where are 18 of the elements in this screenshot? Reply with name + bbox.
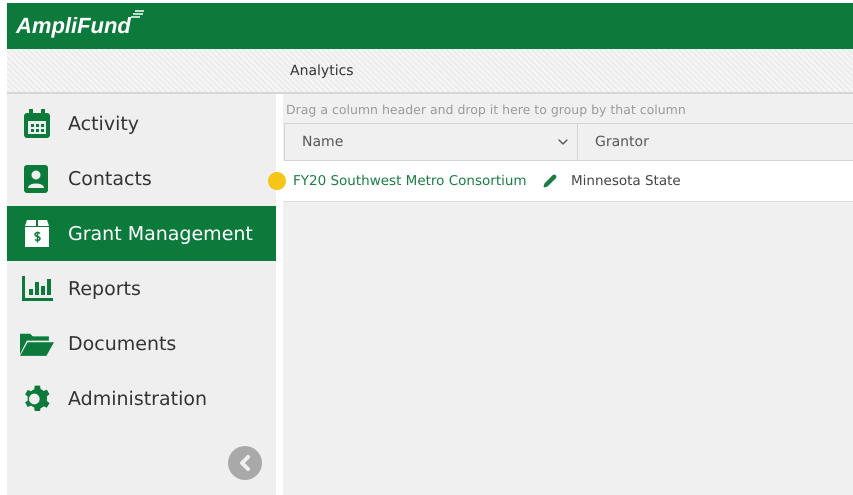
grantor-cell-text: Minnesota State xyxy=(570,173,681,189)
sidebar-item[interactable]: Reports xyxy=(7,261,276,316)
sidebar-item[interactable]: Activity xyxy=(7,96,276,151)
sidebar-item[interactable]: Contacts xyxy=(7,151,276,206)
breadcrumb: Analytics xyxy=(290,62,354,78)
calendar-icon xyxy=(23,108,51,138)
money-box-icon xyxy=(23,218,51,248)
app-logo: AmpliFund xyxy=(16,13,145,39)
column-header[interactable]: Grantor xyxy=(578,124,853,160)
bar-chart-icon xyxy=(21,276,53,302)
pencil-icon[interactable] xyxy=(543,174,557,188)
group-hint: Drag a column header and drop it here to group by that column xyxy=(285,101,687,119)
sidebar-item[interactable]: Grant Management xyxy=(7,206,276,261)
sidebar-item[interactable]: Documents xyxy=(7,316,276,371)
grant-link[interactable]: FY20 Southwest Metro Consortium xyxy=(283,173,543,189)
column-header[interactable]: Name xyxy=(285,124,578,160)
contact-card-icon xyxy=(23,164,51,194)
sidebar-item[interactable]: Administration xyxy=(7,371,276,426)
